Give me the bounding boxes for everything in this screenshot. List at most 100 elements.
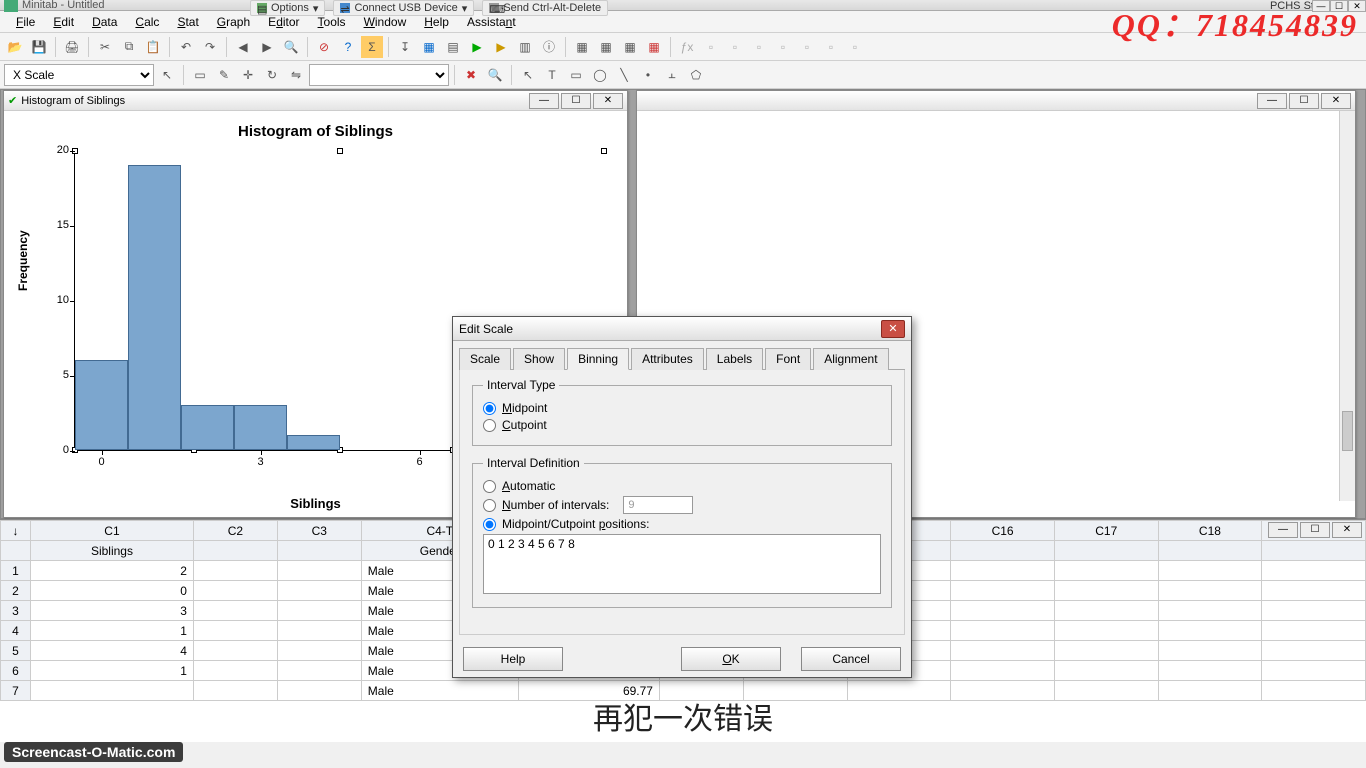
cell[interactable] <box>193 681 277 701</box>
cell[interactable] <box>277 581 361 601</box>
delete-icon[interactable]: ✖ <box>460 64 482 86</box>
histogram-bar[interactable] <box>287 435 340 450</box>
print-icon[interactable]: 🖨 <box>61 36 83 58</box>
tab-alignment[interactable]: Alignment <box>813 348 888 370</box>
col-name[interactable] <box>1054 541 1158 561</box>
col-name[interactable] <box>277 541 361 561</box>
select-tool-icon[interactable]: ↖ <box>156 64 178 86</box>
session-icon[interactable]: ▦ <box>418 36 440 58</box>
col-name[interactable] <box>193 541 277 561</box>
cell[interactable] <box>1262 561 1366 581</box>
histogram-bar[interactable] <box>181 405 234 450</box>
crosshair-icon[interactable]: ✛ <box>237 64 259 86</box>
row-header[interactable]: 7 <box>1 681 31 701</box>
cell[interactable] <box>1054 581 1158 601</box>
proj-icon[interactable]: ▥ <box>514 36 536 58</box>
cell[interactable] <box>1158 641 1262 661</box>
num-intervals-label[interactable]: Number of intervals: <box>502 498 609 512</box>
col-name[interactable] <box>1262 541 1366 561</box>
row-header[interactable]: 3 <box>1 601 31 621</box>
col-name[interactable] <box>951 541 1055 561</box>
row-header[interactable]: 2 <box>1 581 31 601</box>
cell[interactable] <box>193 581 277 601</box>
graph-icon[interactable]: ▶ <box>466 36 488 58</box>
scale-combo[interactable]: X Scale <box>4 64 154 86</box>
cell[interactable] <box>277 641 361 661</box>
menu-edit[interactable]: Edit <box>45 13 82 31</box>
cell[interactable] <box>1158 561 1262 581</box>
send-cad[interactable]: ⌨Send Ctrl-Alt-Delete <box>482 0 608 16</box>
col-header[interactable]: C18 <box>1158 521 1262 541</box>
ellipse-tool-icon[interactable]: ◯ <box>589 64 611 86</box>
worksheet-icon[interactable]: ▤ <box>442 36 464 58</box>
num-intervals-radio[interactable] <box>483 499 496 512</box>
options-menu[interactable]: ▤Options ▾ <box>250 0 325 16</box>
cutpoint-label[interactable]: Cutpoint <box>502 418 547 432</box>
cell[interactable]: 3 <box>31 601 194 621</box>
col-name[interactable]: Siblings <box>31 541 194 561</box>
menu-data[interactable]: Data <box>84 13 125 31</box>
cell[interactable]: Male <box>361 681 518 701</box>
cell[interactable] <box>277 681 361 701</box>
tab-scale[interactable]: Scale <box>459 348 511 370</box>
last-dialog-icon[interactable]: ↧ <box>394 36 416 58</box>
cell[interactable] <box>1054 681 1158 701</box>
positions-radio[interactable] <box>483 518 496 531</box>
cell[interactable] <box>1262 661 1366 681</box>
cell[interactable] <box>1262 621 1366 641</box>
rotate-icon[interactable]: ↻ <box>261 64 283 86</box>
cell[interactable] <box>1158 601 1262 621</box>
cell[interactable] <box>277 561 361 581</box>
ok-button[interactable]: OK <box>681 647 781 671</box>
cell[interactable] <box>1054 641 1158 661</box>
ed3-icon[interactable]: ▫ <box>748 36 770 58</box>
cell[interactable] <box>193 561 277 581</box>
cell[interactable] <box>1262 601 1366 621</box>
ed5-icon[interactable]: ▫ <box>796 36 818 58</box>
connect-usb[interactable]: ⇌Connect USB Device ▾ <box>333 0 474 16</box>
cell[interactable] <box>1054 621 1158 641</box>
col-header[interactable]: C3 <box>277 521 361 541</box>
histogram-bar[interactable] <box>128 165 181 450</box>
brush-icon[interactable]: ▦ <box>571 36 593 58</box>
cell[interactable] <box>31 681 194 701</box>
find-icon[interactable]: 🔍 <box>280 36 302 58</box>
cut-icon[interactable]: ✂ <box>94 36 116 58</box>
cell[interactable]: 2 <box>31 561 194 581</box>
copy-icon[interactable]: ⧉ <box>118 36 140 58</box>
arrow-tool-icon[interactable]: ↖ <box>517 64 539 86</box>
col-header[interactable]: C2 <box>193 521 277 541</box>
cancel-button[interactable]: Cancel <box>801 647 901 671</box>
cell[interactable] <box>847 681 951 701</box>
cell[interactable] <box>1262 681 1366 701</box>
hist-minimize-button[interactable]: — <box>529 93 559 109</box>
ed7-icon[interactable]: ▫ <box>844 36 866 58</box>
open-icon[interactable]: 📂 <box>4 36 26 58</box>
cell[interactable]: 1 <box>31 661 194 681</box>
cell[interactable] <box>1262 641 1366 661</box>
dialog-close-button[interactable]: ✕ <box>881 320 905 338</box>
hist-maximize-button[interactable]: ☐ <box>561 93 591 109</box>
polygon-tool-icon[interactable]: ⬠ <box>685 64 707 86</box>
cutpoint-radio[interactable] <box>483 419 496 432</box>
cell[interactable]: 4 <box>31 641 194 661</box>
dialog-titlebar[interactable]: Edit Scale ✕ <box>453 317 911 341</box>
ws-close-button[interactable]: ✕ <box>1332 522 1362 538</box>
cell[interactable] <box>1158 681 1262 701</box>
tab-labels[interactable]: Labels <box>706 348 763 370</box>
item-combo[interactable] <box>309 64 449 86</box>
blank-minimize-button[interactable]: — <box>1257 93 1287 109</box>
menu-stat[interactable]: Stat <box>169 13 206 31</box>
blank-close-button[interactable]: ✕ <box>1321 93 1351 109</box>
corner-cell[interactable]: ↓ <box>1 521 31 541</box>
histogram-bar[interactable] <box>75 360 128 450</box>
hist-close-button[interactable]: ✕ <box>593 93 623 109</box>
cell[interactable] <box>193 641 277 661</box>
col-header[interactable]: C17 <box>1054 521 1158 541</box>
ws-minimize-button[interactable]: — <box>1268 522 1298 538</box>
tab-binning[interactable]: Binning <box>567 348 629 370</box>
cell[interactable] <box>193 621 277 641</box>
col-name[interactable] <box>1158 541 1262 561</box>
cell[interactable] <box>193 601 277 621</box>
cell[interactable]: 0 <box>31 581 194 601</box>
